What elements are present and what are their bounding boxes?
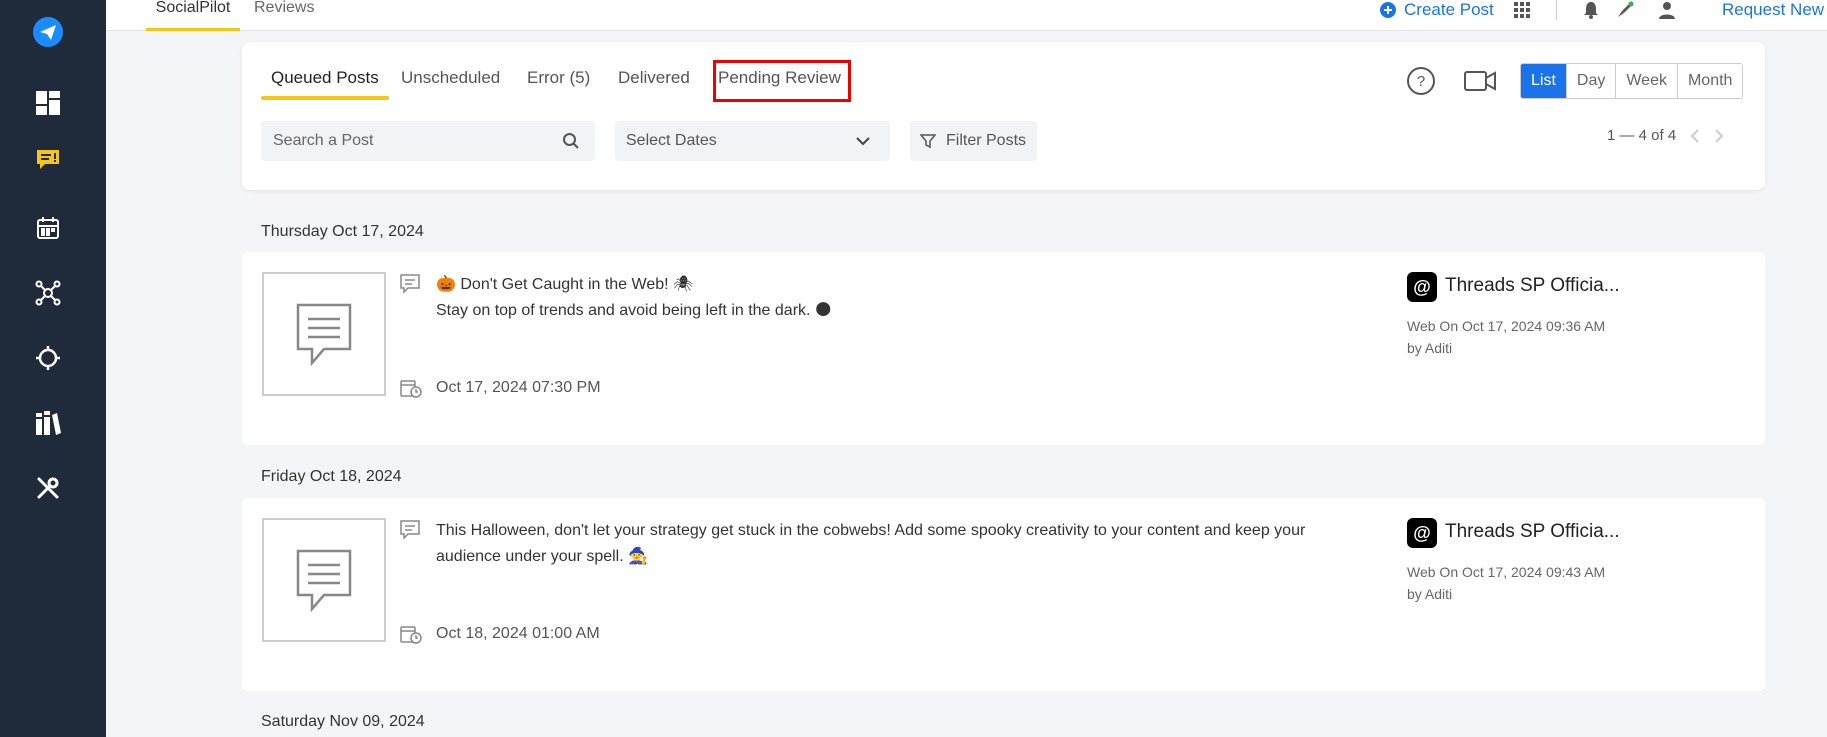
tab-queued-posts-label: Queued Posts xyxy=(271,68,379,87)
post-meta: Web On Oct 17, 2024 09:43 AM by Aditi xyxy=(1407,561,1605,605)
pagination-count: 1 — 4 of 4 xyxy=(1607,127,1677,144)
tab-delivered[interactable]: Delivered xyxy=(618,68,690,100)
schedule-time: Oct 18, 2024 01:00 AM xyxy=(436,625,600,642)
svg-text:?: ? xyxy=(1417,73,1425,90)
bell-icon[interactable] xyxy=(1582,0,1600,20)
tab-unscheduled[interactable]: Unscheduled xyxy=(401,68,500,100)
rocket-icon[interactable] xyxy=(1616,0,1634,20)
active-tab-underline xyxy=(146,28,240,31)
pagination: 1 — 4 of 4 xyxy=(1607,127,1724,144)
search-icon xyxy=(563,133,579,149)
post-created: Web On Oct 17, 2024 09:36 AM xyxy=(1407,318,1606,334)
post-line: 🎃 Don't Get Caught in the Web! 🕷 xyxy=(436,276,694,293)
tab-error-label: Error (5) xyxy=(527,68,591,87)
active-tab-underline xyxy=(261,96,389,100)
chevron-down-icon xyxy=(856,137,870,146)
tab-unscheduled-label: Unscheduled xyxy=(401,68,501,87)
posts-filter-card: Queued Posts Unscheduled Error (5) Deliv… xyxy=(242,42,1765,190)
library-icon[interactable] xyxy=(29,404,67,442)
post-line: audience under your spell. 🧙 xyxy=(436,548,649,565)
video-icon[interactable] xyxy=(1464,70,1496,97)
view-week-button[interactable]: Week xyxy=(1615,64,1677,98)
date-header: Saturday Nov 09, 2024 xyxy=(261,713,425,730)
help-icon[interactable]: ? xyxy=(1406,66,1436,101)
view-day-button[interactable]: Day xyxy=(1565,64,1616,98)
create-post-button[interactable]: Create Post xyxy=(1380,0,1494,20)
filter-icon xyxy=(920,134,936,149)
plus-circle-icon xyxy=(1380,2,1396,18)
sidebar xyxy=(0,0,106,737)
date-select-label: Select Dates xyxy=(626,132,717,149)
schedule-icon xyxy=(400,378,422,403)
tab-socialpilot-label: SocialPilot xyxy=(155,0,231,16)
apps-grid-icon[interactable] xyxy=(1514,0,1530,20)
account-name[interactable]: Threads SP Officia... xyxy=(1445,275,1620,297)
account-name[interactable]: Threads SP Officia... xyxy=(1445,521,1620,543)
view-month-button[interactable]: Month xyxy=(1676,64,1743,98)
user-icon[interactable] xyxy=(1658,0,1676,20)
post-thumbnail xyxy=(262,518,386,642)
date-header: Friday Oct 18, 2024 xyxy=(261,468,402,485)
post-author: by Aditi xyxy=(1407,340,1453,356)
search-placeholder: Search a Post xyxy=(273,132,374,149)
post-author: by Aditi xyxy=(1407,586,1453,602)
threads-icon: @ xyxy=(1407,518,1437,548)
date-header: Thursday Oct 17, 2024 xyxy=(261,223,424,240)
search-input[interactable]: Search a Post xyxy=(261,121,595,161)
post-card[interactable]: This Halloween, don't let your strategy … xyxy=(242,498,1765,691)
chevron-right-icon[interactable] xyxy=(1714,128,1724,144)
post-line: Stay on top of trends and avoid being le… xyxy=(436,302,832,319)
placeholder-message-icon xyxy=(296,549,352,613)
logo-icon[interactable] xyxy=(29,13,67,51)
tab-reviews[interactable]: Reviews xyxy=(254,0,314,31)
message-icon xyxy=(400,520,420,545)
view-list-button[interactable]: List xyxy=(1521,64,1566,98)
chevron-left-icon[interactable] xyxy=(1690,128,1700,144)
placeholder-message-icon xyxy=(296,303,352,367)
post-line: This Halloween, don't let your strategy … xyxy=(436,522,1306,539)
target-icon[interactable] xyxy=(29,339,67,377)
post-card[interactable]: 🎃 Don't Get Caught in the Web! 🕷 Stay on… xyxy=(242,252,1765,445)
create-post-label: Create Post xyxy=(1404,0,1494,19)
calendar-icon[interactable] xyxy=(29,209,67,247)
divider xyxy=(1556,0,1557,20)
threads-icon: @ xyxy=(1407,272,1437,302)
date-select[interactable]: Select Dates xyxy=(615,121,890,161)
dashboard-icon[interactable] xyxy=(29,84,67,122)
view-switcher: List Day Week Month xyxy=(1520,63,1744,99)
highlight-annotation-box xyxy=(713,60,851,102)
connections-icon[interactable] xyxy=(29,274,67,312)
top-bar: SocialPilot Reviews Create Post Request … xyxy=(106,0,1827,31)
message-icon xyxy=(400,274,420,299)
filter-posts-label: Filter Posts xyxy=(946,132,1027,149)
post-content: This Halloween, don't let your strategy … xyxy=(436,518,1356,570)
tab-reviews-label: Reviews xyxy=(254,0,315,16)
tab-delivered-label: Delivered xyxy=(618,68,690,87)
tab-socialpilot[interactable]: SocialPilot xyxy=(146,0,240,31)
schedule-time: Oct 17, 2024 07:30 PM xyxy=(436,379,601,396)
post-meta: Web On Oct 17, 2024 09:36 AM by Aditi xyxy=(1407,315,1605,359)
tools-icon[interactable] xyxy=(29,469,67,507)
filter-posts-button[interactable]: Filter Posts xyxy=(910,121,1037,161)
post-thumbnail xyxy=(262,272,386,396)
post-created: Web On Oct 17, 2024 09:43 AM xyxy=(1407,564,1606,580)
schedule-icon xyxy=(400,624,422,649)
post-content: 🎃 Don't Get Caught in the Web! 🕷 Stay on… xyxy=(436,272,1356,324)
tab-error[interactable]: Error (5) xyxy=(527,68,590,100)
reviews-icon[interactable] xyxy=(29,141,67,179)
request-feature-link[interactable]: Request New F xyxy=(1722,0,1827,20)
tab-queued-posts[interactable]: Queued Posts xyxy=(261,68,389,100)
